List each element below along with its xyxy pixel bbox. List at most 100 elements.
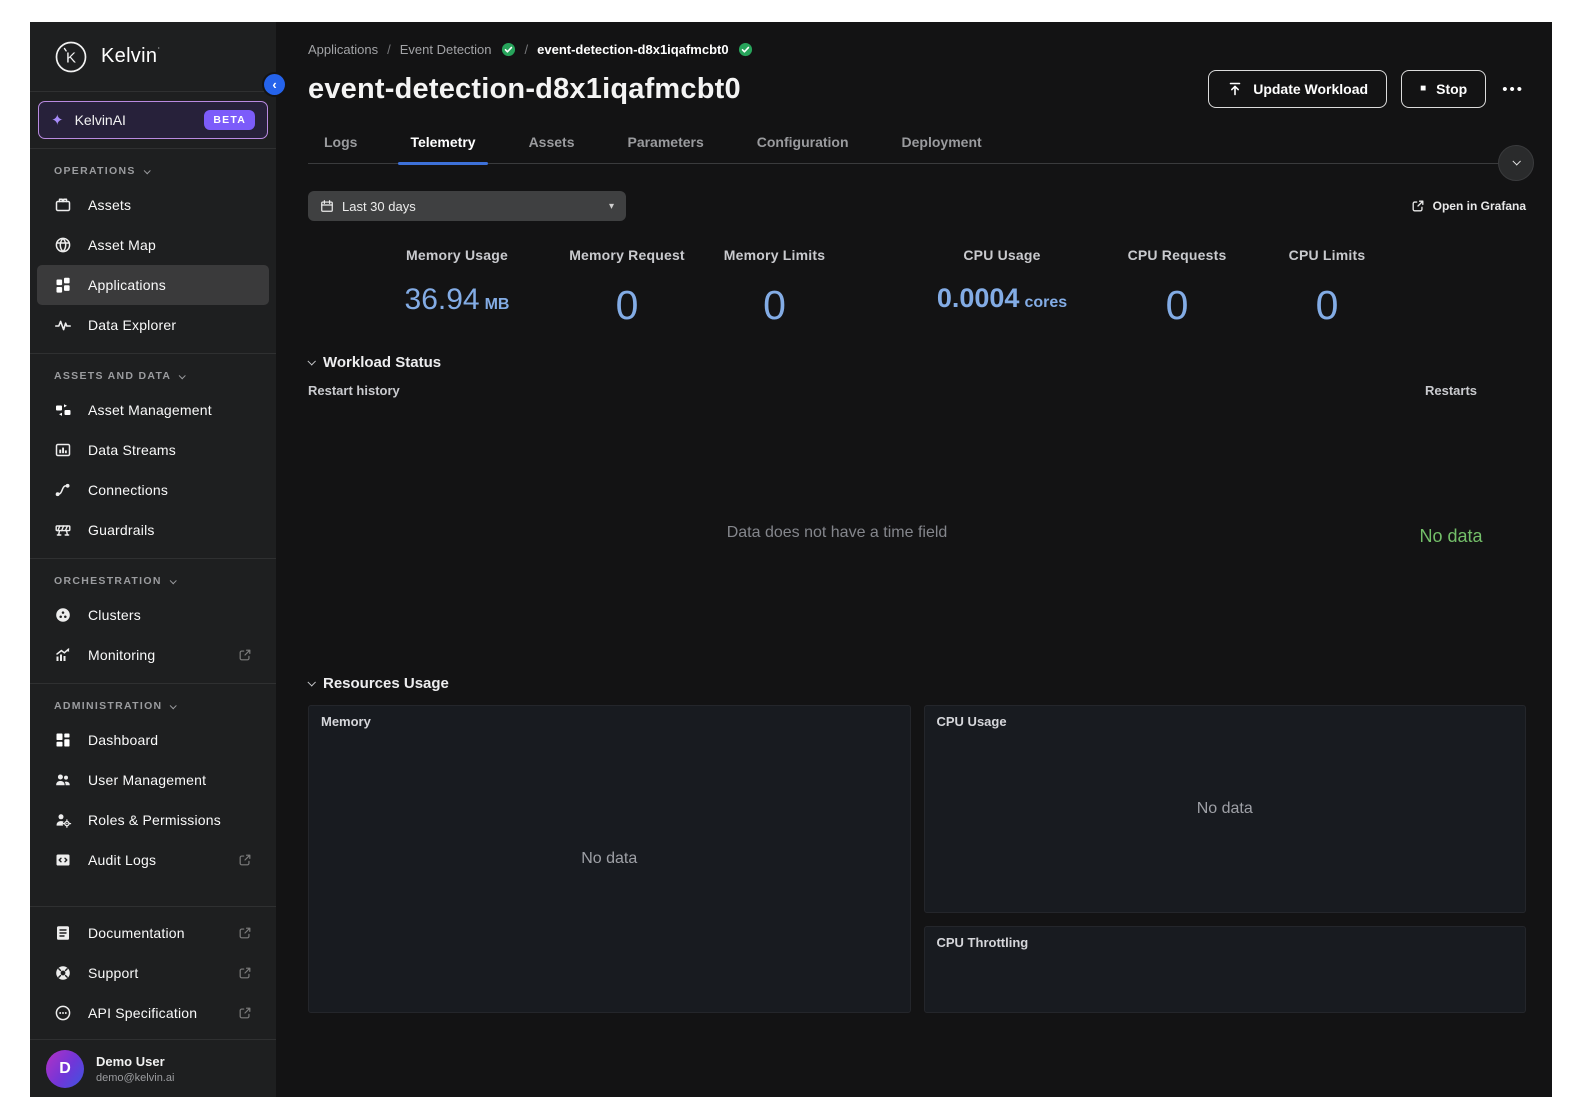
sidebar-item-connections[interactable]: Connections [37, 470, 269, 510]
sidebar-item-label: User Management [88, 772, 206, 788]
restart-history-panel: Restart history Data does not have a tim… [308, 383, 1366, 651]
caret-down-icon: ▾ [609, 201, 614, 212]
time-range-select[interactable]: Last 30 days ▾ [308, 191, 626, 221]
breadcrumb-applications[interactable]: Applications [308, 42, 378, 57]
sidebar-item-label: Guardrails [88, 522, 155, 538]
sidebar-item-guardrails[interactable]: Guardrails [37, 510, 269, 550]
brand-header[interactable]: K Kelvin˙ [30, 22, 276, 92]
sidebar-item-dashboard[interactable]: Dashboard [37, 720, 269, 760]
user-name: Demo User [96, 1054, 174, 1069]
tab-parameters[interactable]: Parameters [625, 124, 705, 163]
sidebar-item-assets[interactable]: Assets [37, 185, 269, 225]
avatar: D [46, 1050, 84, 1088]
sidebar-section-assets-and-data: ASSETS AND DATA Asset Management D [30, 354, 276, 559]
tab-deployment[interactable]: Deployment [900, 124, 984, 163]
stat-value: 0 [1097, 285, 1257, 326]
main-content: Applications / Event Detection / event-d… [276, 22, 1552, 1097]
sidebar-item-asset-management[interactable]: Asset Management [37, 390, 269, 430]
tab-telemetry[interactable]: Telemetry [408, 124, 477, 163]
sidebar-item-support[interactable]: Support [37, 953, 269, 993]
sidebar-item-data-streams[interactable]: Data Streams [37, 430, 269, 470]
section-header-assets-and-data[interactable]: ASSETS AND DATA [30, 354, 276, 390]
sidebar-item-kelvin-ai[interactable]: ✦ KelvinAI BETA [38, 101, 268, 139]
breadcrumb-separator: / [387, 42, 391, 57]
cpu-usage-panel-title: CPU Usage [937, 714, 1514, 729]
stat-value: 0 [702, 285, 847, 326]
sidebar-item-documentation[interactable]: Documentation [37, 913, 269, 953]
chevron-down-icon [169, 577, 176, 584]
sidebar-section-operations: OPERATIONS Assets Asset Map [30, 149, 276, 354]
sidebar-item-label: Dashboard [88, 732, 158, 748]
sidebar-item-label: Applications [88, 277, 166, 293]
external-link-icon [238, 853, 252, 867]
kelvin-ai-wrap: ✦ KelvinAI BETA [30, 92, 276, 149]
external-link-icon [238, 926, 252, 940]
stat-label: CPU Usage [907, 247, 1097, 263]
header-actions: Update Workload ■ Stop ••• [1208, 70, 1526, 108]
svg-text:K: K [66, 49, 76, 66]
sidebar-item-label: Asset Management [88, 402, 212, 418]
section-header-orchestration[interactable]: ORCHESTRATION [30, 559, 276, 595]
sidebar-item-asset-map[interactable]: Asset Map [37, 225, 269, 265]
kelvin-logo-icon: K [54, 40, 88, 74]
tab-configuration[interactable]: Configuration [755, 124, 851, 163]
resources-usage-heading[interactable]: Resources Usage [308, 675, 1526, 692]
sidebar-item-user-management[interactable]: User Management [37, 760, 269, 800]
sidebar-item-applications[interactable]: Applications [37, 265, 269, 305]
resources-usage-section: Resources Usage Memory No data CPU Usage… [308, 675, 1526, 1013]
breadcrumb-workload-name[interactable]: event-detection-d8x1iqafmcbt0 [537, 42, 728, 57]
open-in-grafana-link[interactable]: Open in Grafana [1411, 199, 1526, 213]
sidebar-item-roles-permissions[interactable]: Roles & Permissions [37, 800, 269, 840]
section-title: Resources Usage [323, 675, 449, 692]
external-link-icon [1411, 199, 1425, 213]
applications-icon [54, 276, 72, 294]
sidebar-section-orchestration: ORCHESTRATION Clusters [30, 559, 276, 684]
title-row: event-detection-d8x1iqafmcbt0 Update Wor… [308, 70, 1526, 108]
stat-label: Memory Request [552, 247, 702, 263]
section-header-operations[interactable]: OPERATIONS [30, 149, 276, 185]
sidebar-item-audit-logs[interactable]: Audit Logs [37, 840, 269, 880]
page-title: event-detection-d8x1iqafmcbt0 [308, 73, 741, 106]
stat-memory-limits: Memory Limits 0 [702, 247, 847, 326]
sidebar-collapse-button[interactable]: ‹ [264, 74, 285, 95]
sidebar-item-label: Data Explorer [88, 317, 176, 333]
sidebar-item-clusters[interactable]: Clusters [37, 595, 269, 635]
stat-value: 0 [552, 285, 702, 326]
sidebar-item-monitoring[interactable]: Monitoring [37, 635, 269, 675]
upload-icon [1227, 81, 1243, 97]
sidebar-item-label: Roles & Permissions [88, 812, 221, 828]
connections-icon [54, 481, 72, 499]
sidebar-item-label: Support [88, 965, 138, 981]
check-badge-icon [501, 42, 516, 57]
waveform-icon [54, 316, 72, 334]
sidebar-item-label: Monitoring [88, 647, 155, 663]
update-workload-label: Update Workload [1253, 81, 1368, 97]
breadcrumb-app-name[interactable]: Event Detection [400, 42, 492, 57]
asset-management-icon [54, 401, 72, 419]
tab-logs[interactable]: Logs [322, 124, 359, 163]
more-menu-button[interactable]: ••• [1500, 77, 1526, 102]
clusters-icon [54, 606, 72, 624]
stat-cpu-limits: CPU Limits 0 [1257, 247, 1397, 326]
tab-assets[interactable]: Assets [527, 124, 577, 163]
tabs: Logs Telemetry Assets Parameters Configu… [308, 124, 1526, 164]
collapse-header-button[interactable] [1498, 145, 1534, 181]
sidebar-item-label: Documentation [88, 925, 185, 941]
stat-label: CPU Limits [1257, 247, 1397, 263]
section-label: ADMINISTRATION [54, 700, 162, 712]
resources-grid: Memory No data CPU Usage No data CPU Thr… [308, 705, 1526, 1013]
sidebar-item-data-explorer[interactable]: Data Explorer [37, 305, 269, 345]
grafana-link-label: Open in Grafana [1433, 199, 1526, 213]
update-workload-button[interactable]: Update Workload [1208, 70, 1387, 108]
sidebar: K Kelvin˙ ‹ ✦ KelvinAI BETA OPERATIONS [30, 22, 276, 1097]
workload-status-heading[interactable]: Workload Status [308, 354, 1526, 371]
globe-icon [54, 236, 72, 254]
stop-button[interactable]: ■ Stop [1401, 70, 1486, 108]
sidebar-item-api-specification[interactable]: API Specification [37, 993, 269, 1033]
memory-no-data: No data [581, 850, 637, 868]
audit-logs-icon [54, 851, 72, 869]
cpu-throttling-panel: CPU Throttling [924, 926, 1527, 1013]
user-menu[interactable]: D Demo User demo@kelvin.ai [30, 1039, 276, 1097]
section-header-administration[interactable]: ADMINISTRATION [30, 684, 276, 720]
bar-chart-icon [54, 441, 72, 459]
